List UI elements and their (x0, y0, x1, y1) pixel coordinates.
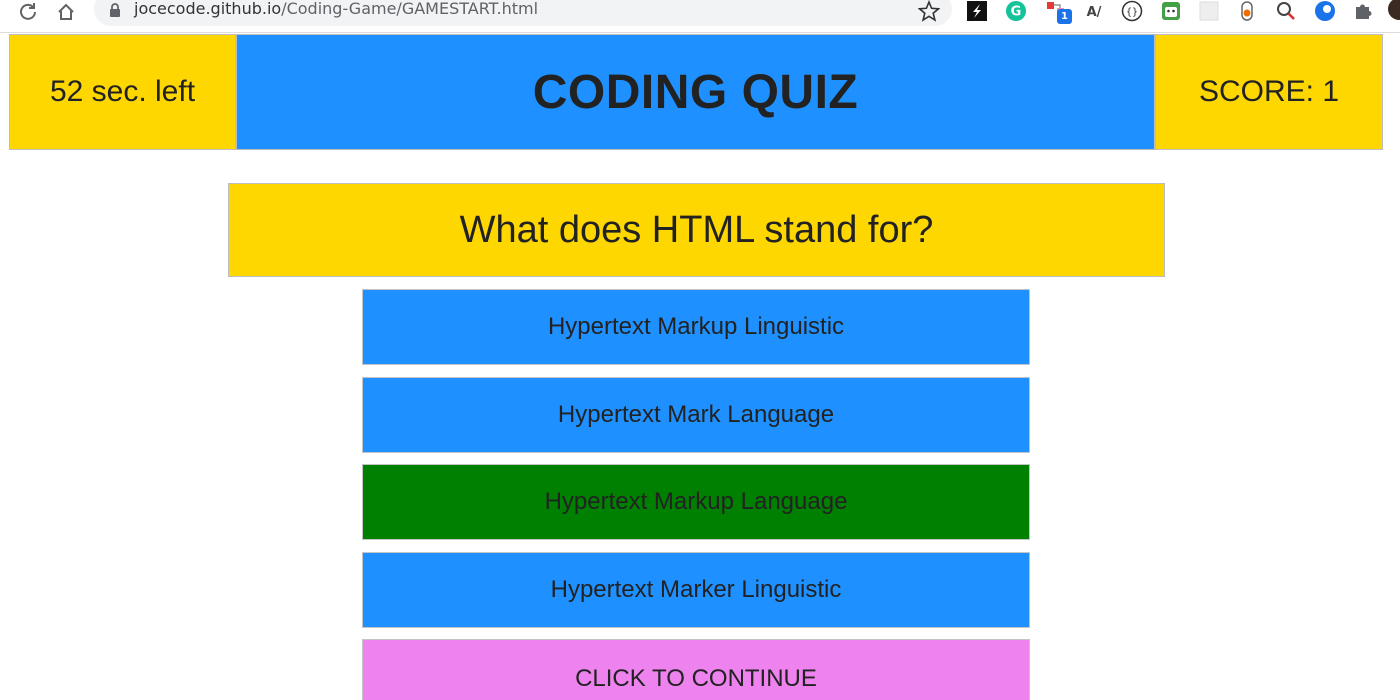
extension-braces-icon[interactable]: {} (1121, 0, 1143, 22)
extension-blue-circle-icon[interactable] (1314, 0, 1336, 22)
url-text[interactable]: jocecode.github.io/Coding-Game/GAMESTART… (134, 0, 538, 18)
continue-button[interactable]: CLICK TO CONTINUE (362, 639, 1030, 700)
reload-icon[interactable] (14, 0, 42, 24)
extensions-puzzle-icon[interactable] (1352, 0, 1374, 22)
timer-display: 52 sec. left (9, 34, 236, 150)
bookmark-star-icon[interactable] (917, 0, 941, 22)
svg-text:{}: {} (1126, 7, 1138, 18)
lock-icon (108, 2, 122, 18)
svg-text:G: G (1011, 5, 1022, 20)
svg-text:A/: A/ (1087, 5, 1102, 20)
grammarly-icon[interactable]: G (1005, 0, 1027, 22)
answer-button-2[interactable]: Hypertext Mark Language (362, 377, 1030, 453)
extension-s-icon[interactable] (966, 0, 988, 22)
extension-translate-icon[interactable]: A/ (1083, 0, 1105, 22)
url-path: /Coding-Game/GAMESTART.html (281, 0, 539, 18)
answer-button-3-correct[interactable]: Hypertext Markup Language (362, 464, 1030, 540)
avatar[interactable] (1388, 0, 1400, 20)
answer-button-4[interactable]: Hypertext Marker Linguistic (362, 552, 1030, 628)
search-icon[interactable] (1275, 0, 1297, 22)
home-icon[interactable] (52, 0, 80, 24)
question-text: What does HTML stand for? (228, 183, 1165, 277)
extension-badge: 1 (1057, 9, 1072, 24)
extension-face-icon[interactable] (1160, 0, 1182, 22)
page-title: CODING QUIZ (236, 34, 1155, 150)
extension-grid-icon[interactable] (1198, 0, 1220, 22)
answer-button-1[interactable]: Hypertext Markup Linguistic (362, 289, 1030, 365)
browser-toolbar: jocecode.github.io/Coding-Game/GAMESTART… (0, 0, 1400, 33)
url-host: jocecode.github.io (134, 0, 282, 18)
extension-capsule-icon[interactable] (1236, 0, 1258, 22)
score-display: SCORE: 1 (1155, 34, 1383, 150)
